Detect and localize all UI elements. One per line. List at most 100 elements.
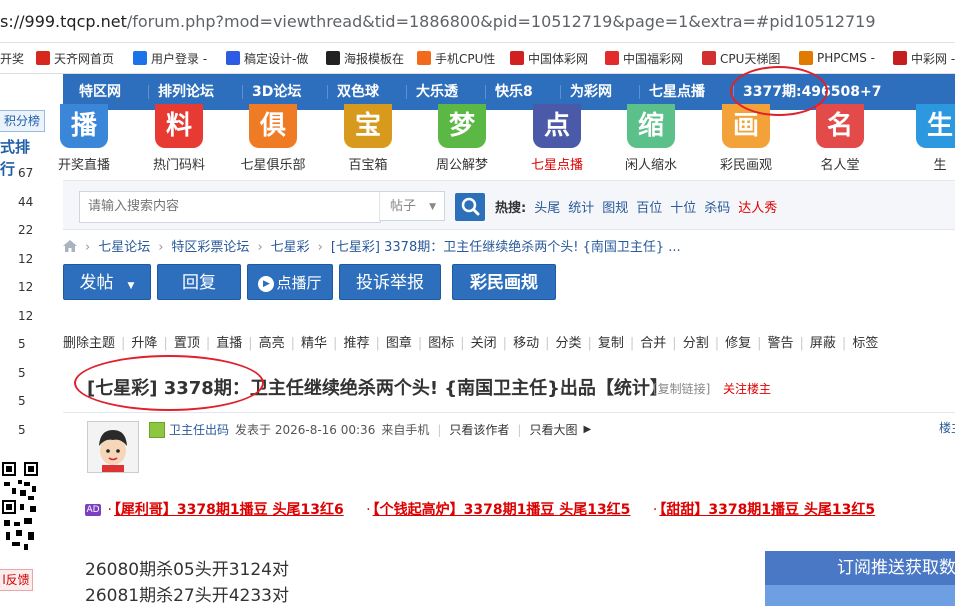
breadcrumb-item[interactable]: 七星论坛 (98, 240, 150, 255)
only-author-link[interactable]: 只看该作者 (449, 421, 509, 438)
bookmark-item[interactable]: 用户登录 - (133, 50, 207, 66)
mod-tool-link[interactable]: 升降 (131, 336, 157, 351)
moderator-toolbar: 删除主题 | 升降 | 置顶 | 直播 | 高亮 | 精华 | 推荐 | 图章 | 图标 | 关闭 | 移动 | 分类 | 复制… (63, 332, 955, 352)
category-shortcut[interactable]: 生生 (906, 104, 955, 173)
hot-item[interactable]: 图规 (602, 201, 628, 216)
ad-link[interactable]: 【甜甜】3378期1播豆 头尾13红5 (659, 502, 875, 518)
breadcrumb-separator: › (158, 240, 164, 255)
mod-tool-separator: | (417, 336, 423, 351)
sports-lottery-icon (510, 51, 524, 65)
nav-divider (639, 85, 640, 99)
category-shortcut[interactable]: 料热门码料 (145, 104, 213, 173)
action-toolbar: 发帖 ▼ 回复 ▶ 点播厅 投诉举报 彩民画规 (63, 264, 955, 304)
author-link[interactable]: 卫主任出码 (169, 421, 229, 438)
hot-item[interactable]: 杀码 (704, 201, 730, 216)
mod-tool-link[interactable]: 置顶 (174, 336, 200, 351)
copy-link-button[interactable]: [复制链接] (653, 380, 710, 397)
bookmark-label: 稿定设计-做 (244, 51, 309, 66)
bookmark-label: 中彩网 - (911, 51, 955, 66)
subscribe-panel[interactable]: 订阅推送获取数 (765, 551, 955, 606)
mod-tool-link[interactable]: 分割 (683, 336, 709, 351)
category-shortcut[interactable]: 宝百宝箱 (334, 104, 402, 173)
live-room-button[interactable]: ▶ 点播厅 (247, 264, 333, 300)
mod-tool-separator: | (799, 336, 804, 351)
mod-tool-link[interactable]: 修复 (725, 336, 751, 351)
mod-tool-link[interactable]: 关闭 (471, 336, 497, 351)
mod-tool-link[interactable]: 合并 (640, 336, 666, 351)
play-icon: ▶ (258, 275, 275, 292)
mod-tool-link[interactable]: 分类 (555, 336, 581, 351)
mod-tool-separator: | (248, 336, 253, 351)
only-images-link[interactable]: 只看大图 (529, 421, 577, 438)
bookmark-label: 手机CPU性 (435, 51, 496, 66)
mod-tool-link[interactable]: 标签 (852, 336, 878, 351)
home-icon[interactable] (63, 240, 77, 255)
address-bar[interactable]: s://999.tqcp.net/forum.php?mod=viewthrea… (0, 0, 955, 43)
category-shortcut[interactable]: 缩闲人缩水 (617, 104, 685, 173)
reply-button[interactable]: 回复 (157, 264, 241, 300)
bookmark-item[interactable]: 手机CPU性 (417, 50, 495, 66)
breadcrumb-item[interactable]: [七星彩] 3378期：卫主任继续绝杀两个头! {南国卫主任} ... (331, 240, 681, 255)
mod-tool-link[interactable]: 复制 (598, 336, 624, 351)
bookmark-label: 开奖 (0, 51, 25, 66)
rank-title: 式排行 (0, 138, 31, 178)
bookmark-item[interactable]: PHPCMS - (799, 50, 875, 66)
bookmark-item[interactable]: 开奖 (0, 50, 24, 66)
url-text[interactable]: s://999.tqcp.net/forum.php?mod=viewthrea… (0, 12, 876, 31)
hot-item[interactable]: 十位 (670, 201, 696, 216)
breadcrumb-item[interactable]: 特区彩票论坛 (171, 240, 249, 255)
bookmark-item[interactable]: 天齐网首页 (36, 50, 114, 66)
breadcrumb-item[interactable]: 七星彩 (271, 240, 310, 255)
hot-item[interactable]: 统计 (568, 201, 594, 216)
floor-label: 楼主 (938, 421, 955, 435)
category-shortcut[interactable]: 播开奖直播 (50, 104, 118, 173)
category-shortcut[interactable]: 点七星点播 (523, 104, 591, 173)
mod-tool-link[interactable]: 精华 (301, 336, 327, 351)
search-button[interactable] (455, 193, 485, 221)
category-shortcut[interactable]: 名名人堂 (806, 104, 874, 173)
mod-tool-link[interactable]: 高亮 (259, 336, 285, 351)
follow-author-button[interactable]: 关注楼主 (723, 380, 771, 397)
rank-button[interactable]: 积分榜 (0, 110, 45, 132)
post-line: 26081期杀27头开4233对 (85, 586, 289, 606)
rules-button[interactable]: 彩民画规 (452, 264, 556, 300)
category-shortcut[interactable]: 俱七星俱乐部 (239, 104, 307, 173)
mod-tool-link[interactable]: 推荐 (343, 336, 369, 351)
category-label: 七星俱乐部 (240, 158, 306, 173)
search-input[interactable] (80, 192, 386, 220)
hot-item-red[interactable]: 达人秀 (738, 201, 777, 216)
mod-tool-link[interactable]: 警告 (768, 336, 794, 351)
category-shortcut[interactable]: 梦周公解梦 (428, 104, 496, 173)
globe-icon (133, 51, 147, 65)
category-badge-icon: 料 (155, 104, 203, 148)
bookmark-item[interactable]: CPU天梯图 (702, 50, 780, 66)
ad-link[interactable]: 【个钱起高炉】3378期1播豆 头尾13红5 (373, 502, 631, 518)
category-shortcut[interactable]: 画彩民画观 (712, 104, 780, 173)
bookmark-item[interactable]: 稿定设计-做 (226, 50, 308, 66)
ad-link[interactable]: 【犀利哥】3378期1播豆 头尾13红6 (114, 502, 344, 518)
rank-count: 5 (18, 423, 26, 437)
mod-tool-link[interactable]: 图标 (428, 336, 454, 351)
rank-count: 67 (18, 166, 34, 180)
bookmark-item[interactable]: 中国体彩网 (510, 50, 588, 66)
mod-tool-link[interactable]: 直播 (216, 336, 242, 351)
mod-tool-link[interactable]: 删除主题 (63, 336, 115, 351)
rank-count: 5 (18, 366, 26, 380)
avatar[interactable] (87, 421, 139, 473)
category-badge-icon: 画 (722, 104, 770, 148)
new-post-button[interactable]: 发帖 ▼ (63, 264, 151, 300)
hot-item[interactable]: 头尾 (534, 201, 560, 216)
avatar-icon (88, 422, 138, 472)
mod-tool-link[interactable]: 屏蔽 (810, 336, 836, 351)
mod-tool-link[interactable]: 移动 (513, 336, 539, 351)
search-box (79, 191, 386, 223)
bookmark-item[interactable]: 中彩网 - (893, 50, 955, 66)
hot-item[interactable]: 百位 (636, 201, 662, 216)
search-type-select[interactable]: 帖子 ▼ (379, 191, 445, 221)
mod-tool-link[interactable]: 图章 (386, 336, 412, 351)
mod-tool-separator: | (205, 336, 211, 351)
feedback-button[interactable]: l反馈 (0, 569, 33, 591)
report-button[interactable]: 投诉举报 (339, 264, 441, 300)
bookmark-item[interactable]: 海报模板在 (326, 50, 404, 66)
bookmark-item[interactable]: 中国福彩网 (605, 50, 683, 66)
